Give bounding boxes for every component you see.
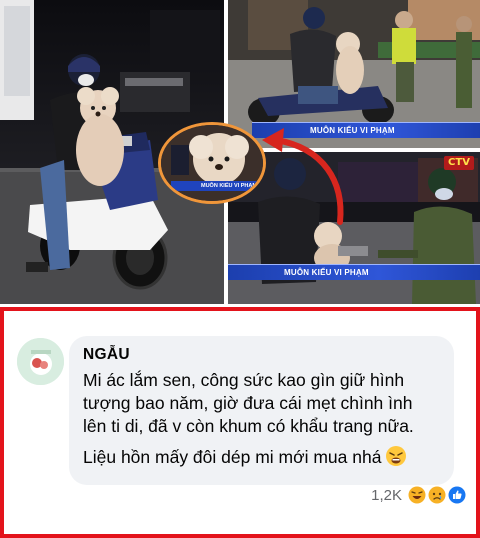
comment-highlight-frame: NGẪU Mi ác lắm sen, công sức kao gìn giữ… [0,307,480,538]
channel-logo: CTV [444,156,474,170]
comment-author[interactable]: NGẪU [83,346,442,364]
comment-text-line-last: Liệu hồn mấy đôi dép mi mới mua nhá [83,445,442,469]
comment-text-line: tượng bao năm, giờ đưa cái mẹt chình ình [83,393,413,413]
comment-text-line: Mi ác lắm sen, công sức kao gìn giữ hình [83,370,405,390]
comment-text-line: lên ti di, đã v còn khum có khẩu trang n… [83,416,414,436]
haha-icon [408,486,426,504]
like-icon [448,486,466,504]
tired-face-emoji-icon [386,446,407,466]
comment-text: Liệu hồn mấy đôi dép mi mới mua nhá [83,447,382,467]
news-banner-bottom: MUÔN KIỂU VI PHẠM [228,264,480,280]
zoom-news-banner: MUÔN KIỂU VI PHẠM [171,181,261,191]
avatar[interactable] [17,338,64,385]
comment-bubble: NGẪU Mi ác lắm sen, công sức kao gìn giữ… [69,336,454,485]
sad-icon [428,486,446,504]
reaction-count[interactable]: 1,2K [371,487,402,504]
red-arrow-icon [262,128,344,225]
zoomed-dog-inset: MUÔN KIỂU VI PHẠM [158,122,266,204]
news-photo-collage: MUÔN KIỂU VI PHẠM MUÔN KIỂU VI PHẠM CTV … [0,0,480,304]
reaction-summary[interactable]: 1,2K [371,484,466,506]
